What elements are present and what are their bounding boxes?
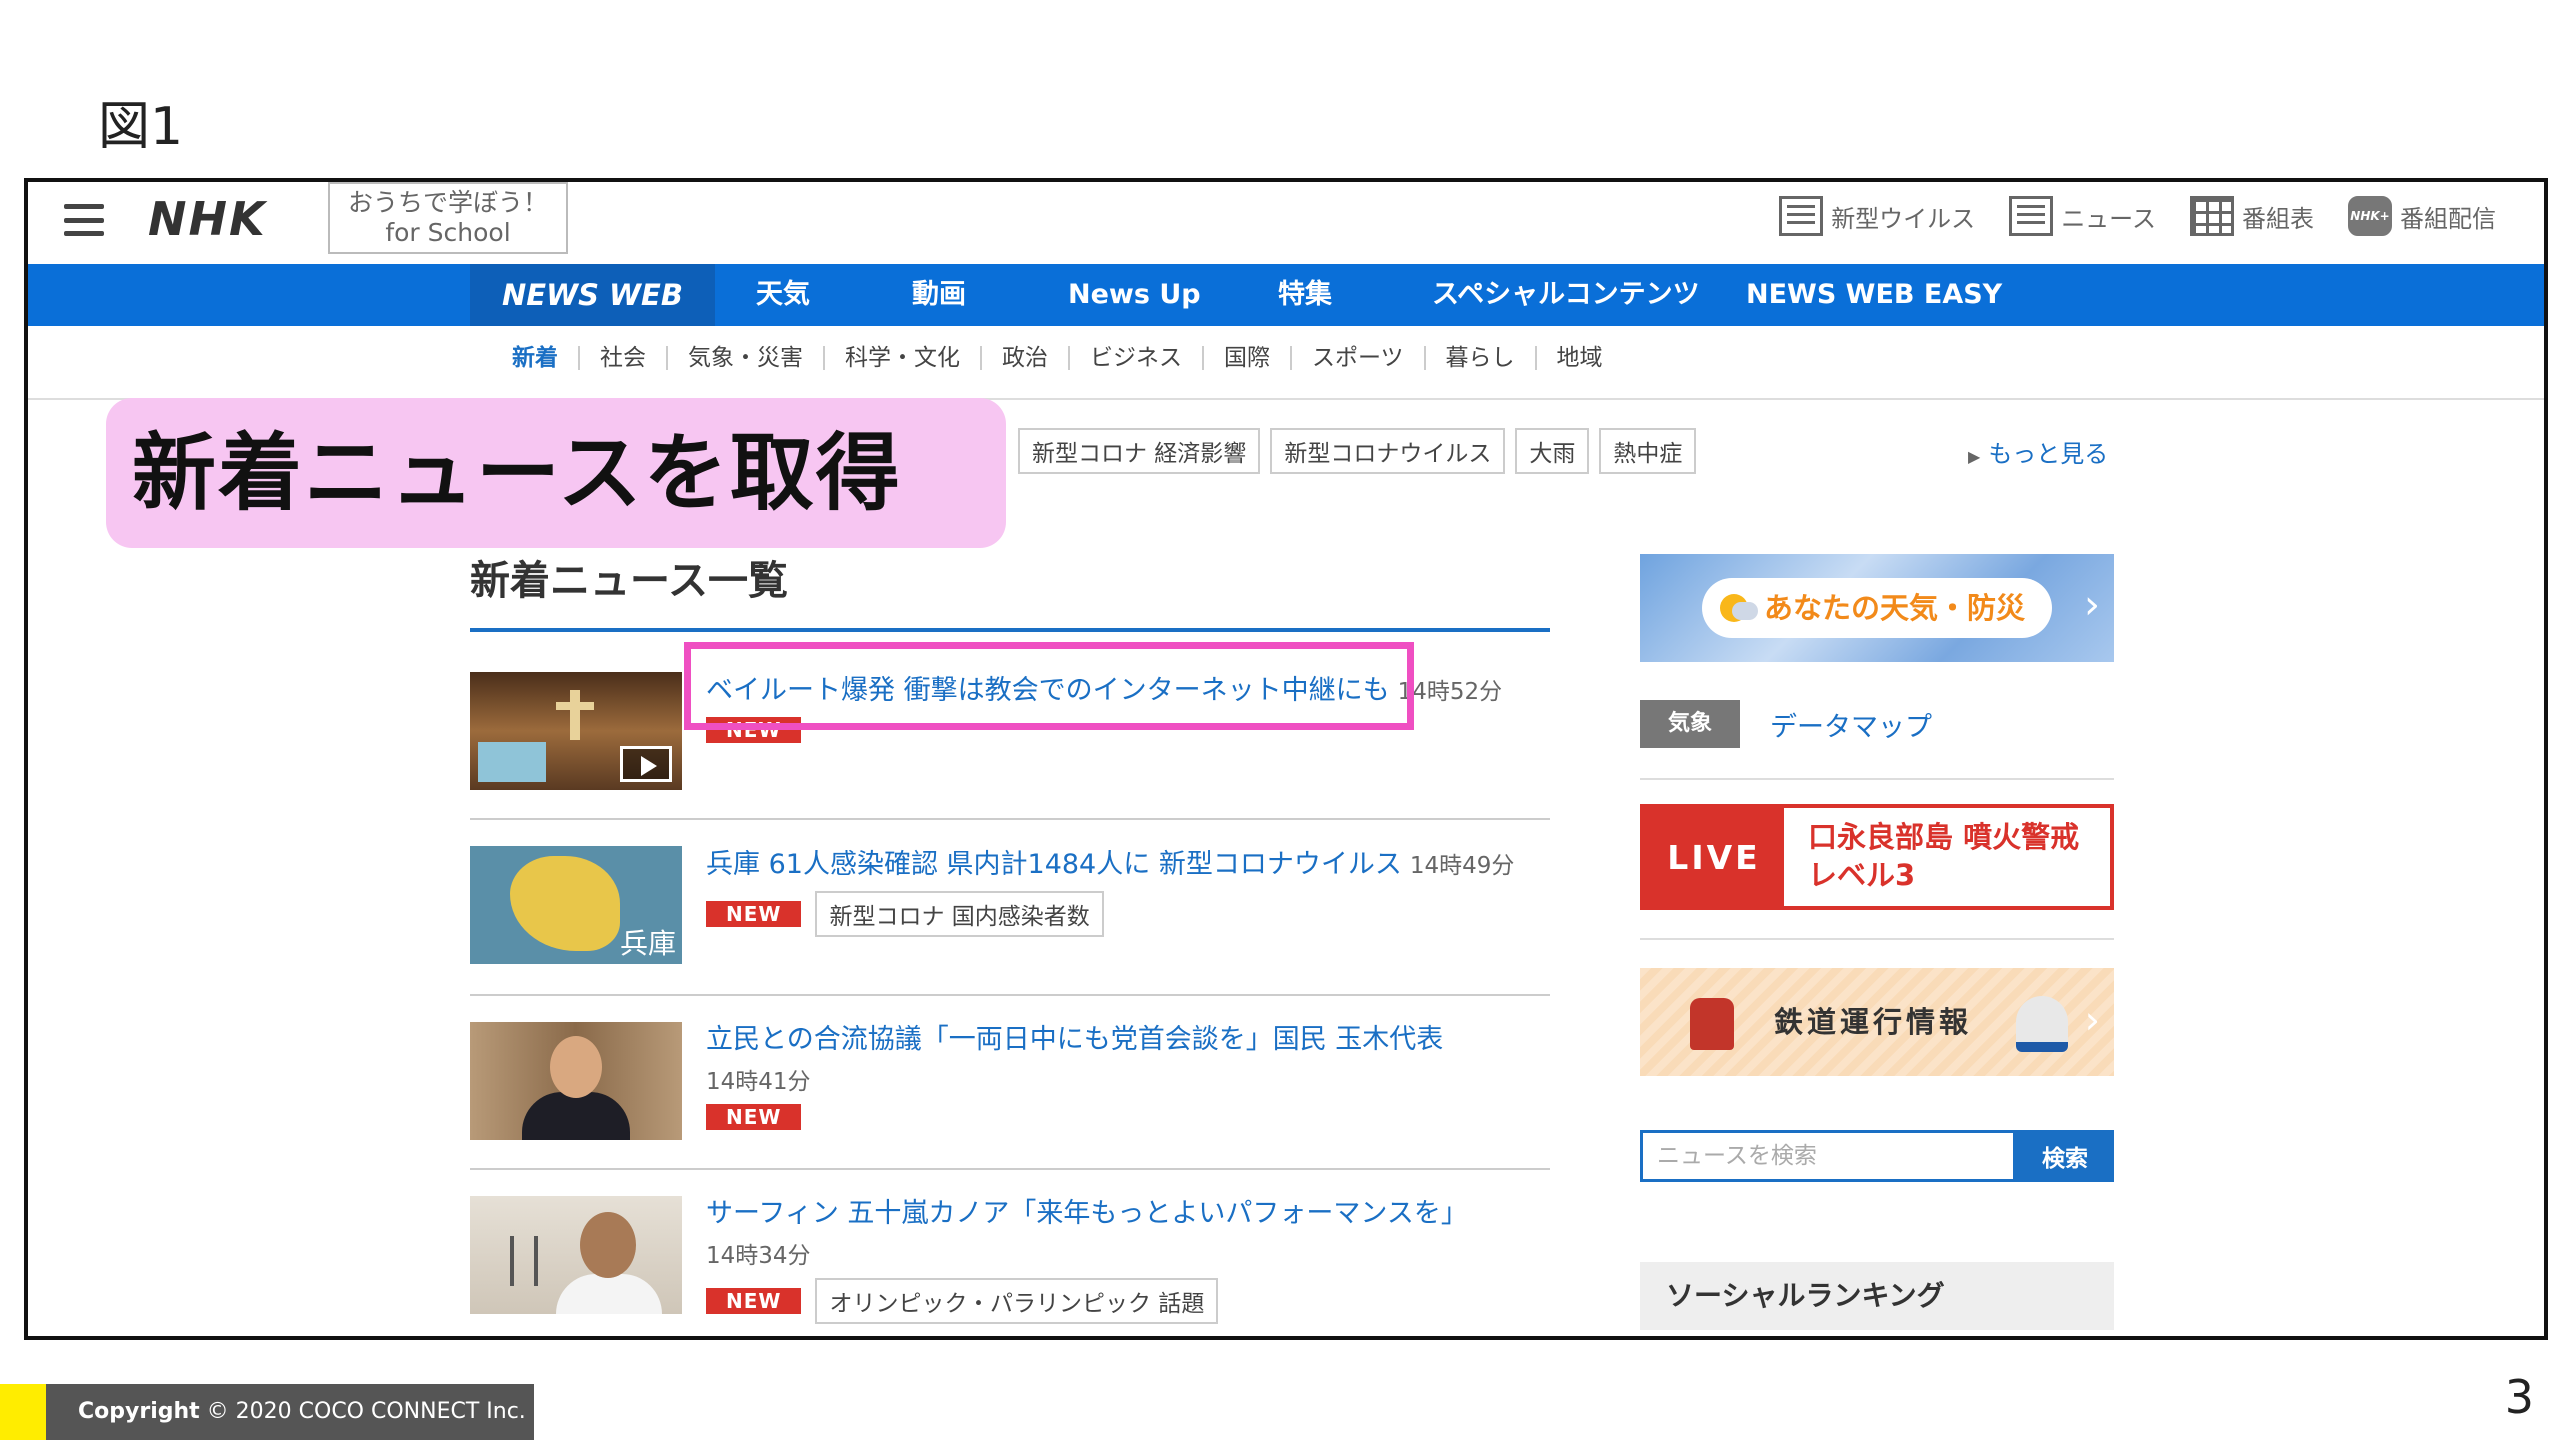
weather-badge: 気象: [1640, 700, 1741, 748]
divider: [470, 1168, 1550, 1170]
subnav-living[interactable]: 暮らし: [1426, 346, 1537, 370]
for-school-line1: おうちで学ぼう！: [347, 188, 548, 217]
header-link-streaming[interactable]: NHK+ 番組配信: [2348, 196, 2496, 236]
subnav-politics[interactable]: 政治: [982, 346, 1070, 370]
tag-corona-economy[interactable]: 新型コロナ 経済影響: [1018, 428, 1261, 474]
divider: [470, 994, 1550, 996]
figure-label: 図1: [98, 97, 184, 157]
triangle-right-icon: ▶: [1968, 447, 1981, 466]
divider: [470, 818, 1550, 820]
copyright: Copyright © 2020 COCO CONNECT Inc.: [78, 1399, 526, 1424]
search-button[interactable]: 検索: [2016, 1130, 2114, 1182]
data-map: 気象 データマップ: [1640, 700, 1932, 748]
subnav-sports[interactable]: スポーツ: [1292, 346, 1426, 370]
nav-weather[interactable]: 天気: [756, 264, 810, 326]
data-map-link[interactable]: データマップ: [1770, 705, 1932, 744]
nhk-logo[interactable]: NHK: [148, 192, 267, 246]
subnav-regional[interactable]: 地域: [1537, 346, 1623, 370]
search-input[interactable]: [1640, 1130, 2016, 1182]
subnav-international[interactable]: 国際: [1204, 346, 1292, 370]
nav-news-web[interactable]: NEWS WEB: [470, 264, 715, 326]
news-thumbnail[interactable]: [470, 1022, 682, 1140]
header-link-news[interactable]: ニュース: [2009, 196, 2156, 236]
news-time: 14時41分: [706, 1069, 811, 1095]
nav-features[interactable]: 特集: [1278, 264, 1332, 326]
news-time: 14時34分: [706, 1243, 811, 1269]
live-banner[interactable]: LIVE 口永良部島 噴火警戒レベル3: [1640, 804, 2114, 910]
tag-heavy-rain[interactable]: 大雨: [1515, 428, 1590, 474]
newspaper-icon: [2009, 196, 2054, 236]
tag-coronavirus[interactable]: 新型コロナウイルス: [1270, 428, 1506, 474]
news-headline[interactable]: 兵庫 61人感染確認 県内計1484人に 新型コロナウイルス: [706, 849, 1402, 880]
subnav-science-culture[interactable]: 科学・文化: [825, 346, 982, 370]
subnav-business[interactable]: ビジネス: [1070, 346, 1204, 370]
header-link-virus[interactable]: 新型ウイルス: [1779, 196, 1975, 236]
for-school-banner[interactable]: おうちで学ぼう！ for School: [328, 182, 568, 254]
news-thumbnail[interactable]: [470, 672, 682, 790]
news-search: 検索: [1640, 1130, 2114, 1182]
menu-icon[interactable]: [64, 200, 104, 240]
slide-footer: Copyright © 2020 COCO CONNECT Inc.: [0, 1384, 534, 1440]
nav-news-up[interactable]: News Up: [1068, 264, 1201, 326]
topic-tags: 新型コロナ 経済影響 新型コロナウイルス 大雨 熱中症: [1018, 428, 1697, 474]
railway-label: 鉄道運行情報: [1774, 1005, 1973, 1039]
accent-bar: [0, 1384, 46, 1440]
divider: [1640, 778, 2114, 780]
nav-video[interactable]: 動画: [912, 264, 966, 326]
subnav-weather-disaster[interactable]: 気象・災害: [668, 346, 825, 370]
new-badge: NEW: [706, 901, 802, 927]
nav-special[interactable]: スペシャルコンテンツ: [1432, 264, 1700, 326]
for-school-line2: for School: [385, 218, 511, 247]
nav-news-web-easy[interactable]: NEWS WEB EASY: [1746, 264, 2002, 326]
news-thumbnail[interactable]: [470, 1196, 682, 1314]
chevron-right-icon: ›: [2084, 998, 2100, 1042]
annotation-callout: 新着ニュースを取得: [106, 398, 1006, 548]
weather-banner[interactable]: あなたの天気・防災 ›: [1640, 554, 2114, 662]
category-tag[interactable]: オリンピック・パラリンピック 話題: [815, 1278, 1219, 1324]
page-number: 3: [2504, 1370, 2534, 1424]
category-tag[interactable]: 新型コロナ 国内感染者数: [815, 891, 1104, 937]
new-badge: NEW: [706, 1288, 802, 1314]
thumbnail-label: 兵庫: [619, 927, 676, 960]
annotation-highlight-box: [684, 642, 1414, 730]
title-underline: [470, 628, 1550, 632]
browser-screenshot-frame: NHK おうちで学ぼう！ for School 新型ウイルス ニュース 番組表 …: [24, 178, 2548, 1340]
header-links: 新型ウイルス ニュース 番組表 NHK+ 番組配信: [1779, 196, 2496, 236]
railway-banner[interactable]: 鉄道運行情報 ›: [1640, 968, 2114, 1076]
header-link-schedule[interactable]: 番組表: [2190, 196, 2314, 236]
train-icon: [1690, 998, 1734, 1050]
news-thumbnail[interactable]: 兵庫: [470, 846, 682, 964]
news-headline[interactable]: サーフィン 五十嵐カノア「来年もっとよいパフォーマンスを」: [706, 1196, 1546, 1232]
category-nav: 新着 社会 気象・災害 科学・文化 政治 ビジネス 国際 スポーツ 暮らし 地域: [488, 346, 1623, 370]
divider: [1640, 938, 2114, 940]
live-label: LIVE: [1644, 808, 1784, 906]
site-header: NHK おうちで学ぼう！ for School 新型ウイルス ニュース 番組表 …: [28, 182, 2544, 262]
subnav-latest[interactable]: 新着: [488, 346, 580, 370]
news-time: 14時49分: [1409, 853, 1515, 879]
play-icon: [620, 746, 672, 782]
news-headline[interactable]: 立民との合流協議「一両日中にも党首会談を」国民 玉木代表: [706, 1022, 1546, 1058]
nhk-plus-icon: NHK+: [2348, 196, 2392, 236]
cloud-icon: [1732, 602, 1758, 620]
grid-icon: [2190, 196, 2234, 236]
more-link[interactable]: ▶ もっと見る: [1968, 434, 2108, 469]
virus-news-icon: [1779, 196, 1824, 236]
tag-heatstroke[interactable]: 熱中症: [1599, 428, 1697, 474]
social-ranking-heading: ソーシャルランキング: [1640, 1262, 2114, 1330]
new-badge: NEW: [706, 1104, 802, 1130]
chevron-right-icon: ›: [2084, 582, 2100, 628]
main-nav: NEWS WEB 天気 動画 News Up 特集 スペシャルコンテンツ NEW…: [28, 264, 2544, 326]
live-text: 口永良部島 噴火警戒レベル3: [1808, 820, 2080, 892]
news-list-title: 新着ニュース一覧: [470, 558, 788, 604]
subnav-society[interactable]: 社会: [580, 346, 668, 370]
bullet-train-icon: [2016, 996, 2068, 1052]
